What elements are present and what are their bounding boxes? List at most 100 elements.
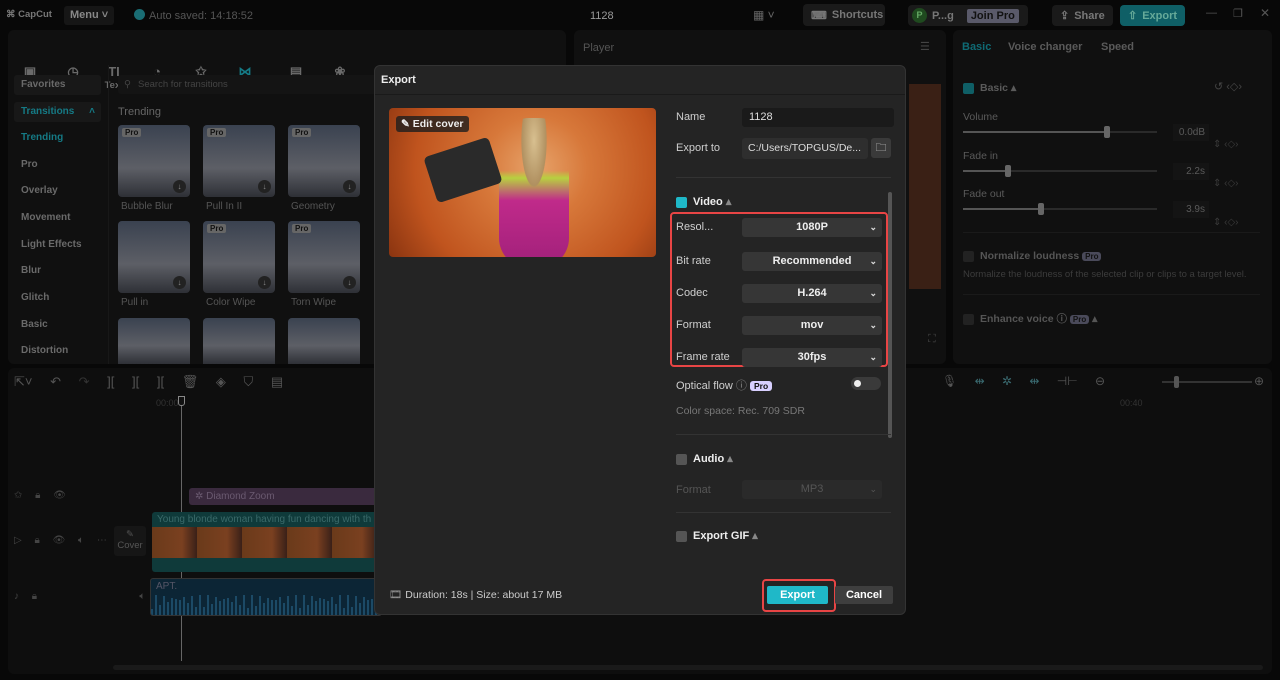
join-pro-button[interactable]: Join Pro: [966, 8, 1019, 23]
restore-icon[interactable]: ❐: [1233, 7, 1243, 20]
fade-in-value[interactable]: 2.2s: [1173, 163, 1209, 180]
transition-thumbnail[interactable]: [203, 318, 275, 364]
sidebar-item-favorites[interactable]: Favorites: [14, 75, 101, 95]
transition-thumbnail[interactable]: Pro ↓: [118, 125, 190, 197]
enhance-checkbox[interactable]: [963, 313, 974, 325]
shield-icon[interactable]: ⛉: [244, 374, 254, 389]
tab-voice-changer[interactable]: Voice changer: [1008, 41, 1082, 53]
transition-thumbnail[interactable]: [288, 318, 360, 364]
audio-checkbox[interactable]: [676, 453, 687, 465]
transition-thumbnail[interactable]: Pro ↓: [288, 125, 360, 197]
split-right-icon[interactable]: ][: [157, 374, 164, 389]
effect-track-controls[interactable]: ✩ 🔒︎ 👁︎: [14, 490, 66, 501]
video-checkbox[interactable]: [676, 196, 687, 208]
close-icon[interactable]: ✕: [1260, 6, 1270, 20]
basic-checkbox[interactable]: [963, 82, 974, 94]
sidebar-item-light-effects[interactable]: Light Effects: [14, 235, 101, 255]
mark-icon[interactable]: ◈: [216, 374, 226, 389]
setting-select-format[interactable]: mov ⌄: [742, 316, 882, 335]
gif-section-header[interactable]: Export GIF ▴: [676, 529, 758, 542]
sidebar-item-pro[interactable]: Pro: [14, 155, 101, 175]
minimize-icon[interactable]: —: [1206, 7, 1217, 19]
edit-cover-button[interactable]: ✎ Edit cover: [396, 116, 469, 132]
sidebar-item-blur[interactable]: Blur: [14, 261, 101, 281]
mic-icon[interactable]: 🎙: [942, 374, 957, 388]
fade-in-slider[interactable]: [963, 165, 1157, 177]
transition-thumbnail[interactable]: Pro ↓: [203, 221, 275, 293]
menu-button[interactable]: Menu ˅: [64, 6, 114, 25]
align-icon[interactable]: ⊣⊢: [1057, 374, 1078, 388]
zoom-in-icon[interactable]: ⊕: [1254, 374, 1264, 388]
fullscreen-icon[interactable]: ⛶: [928, 333, 936, 346]
magnet-icon[interactable]: ⇹: [975, 374, 985, 388]
video-clip[interactable]: Young blonde woman having fun dancing wi…: [152, 512, 382, 572]
transition-thumbnail[interactable]: Pro ↓: [288, 221, 360, 293]
audio-section-header[interactable]: Audio ▴: [676, 452, 733, 465]
link-icon[interactable]: ✲: [1002, 374, 1012, 388]
timeline-scrollbar[interactable]: [113, 665, 1263, 670]
search-input[interactable]: ⚲ Search for transitions: [118, 75, 378, 94]
name-input[interactable]: 1128: [742, 108, 894, 127]
download-icon[interactable]: ↓: [343, 180, 356, 193]
download-icon[interactable]: ↓: [343, 276, 356, 289]
fade-out-slider[interactable]: [963, 203, 1157, 215]
sidebar-item-transitions[interactable]: Transitions ˄: [14, 102, 101, 122]
tab-basic[interactable]: Basic: [962, 41, 991, 53]
redo-icon[interactable]: ↷: [79, 374, 90, 389]
optical-flow-toggle[interactable]: [851, 377, 881, 390]
audio-format-select[interactable]: MP3 ⌄: [742, 480, 882, 499]
folder-button[interactable]: 🗀: [871, 138, 891, 158]
sidebar-item-distortion[interactable]: Distortion: [14, 341, 101, 361]
volume-slider[interactable]: [963, 126, 1157, 138]
download-icon[interactable]: ↓: [258, 180, 271, 193]
setting-select-codec[interactable]: H.264 ⌄: [742, 284, 882, 303]
settings-scrollbar[interactable]: [888, 192, 892, 438]
download-icon[interactable]: ↓: [173, 180, 186, 193]
split-left-icon[interactable]: ][: [132, 374, 139, 389]
gif-checkbox[interactable]: [676, 530, 687, 542]
enhance-voice[interactable]: Enhance voice ⓘ Pro ▴: [963, 311, 1097, 326]
effect-clip[interactable]: ✲ Diamond Zoom: [189, 488, 379, 505]
fade-out-value[interactable]: 3.9s: [1173, 201, 1209, 218]
audio-track-controls[interactable]: ♪ 🔒︎ 🔈︎ ⋯: [14, 591, 168, 602]
zoom-slider[interactable]: [1162, 376, 1252, 388]
setting-select-resol[interactable]: 1080P ⌄: [742, 218, 882, 237]
stepper-icons[interactable]: ⇕ ‹◇› ⇕ ‹◇› ⇕ ‹◇›: [1213, 125, 1239, 242]
export-path-input[interactable]: C:/Users/TOPGUS/De...: [742, 138, 868, 159]
player-menu-icon[interactable]: ☰: [920, 40, 930, 53]
cancel-button[interactable]: Cancel: [835, 586, 893, 604]
sidebar-item-overlay[interactable]: Overlay: [14, 181, 101, 201]
transition-thumbnail[interactable]: ↓: [118, 221, 190, 293]
video-track-controls[interactable]: ▷ 🔒︎ 👁︎ 🔈︎ ⋯: [14, 535, 107, 546]
normalize-checkbox[interactable]: [963, 250, 974, 262]
sidebar-item-basic[interactable]: Basic: [14, 315, 101, 335]
sidebar-item-trending[interactable]: Trending: [14, 128, 101, 148]
cover-button[interactable]: ✎ Cover: [114, 526, 146, 556]
captions-edit-icon[interactable]: ▤: [271, 374, 283, 389]
normalize-loudness[interactable]: Normalize loudness Pro: [963, 250, 1102, 262]
layout-icon[interactable]: ▦ ˅: [753, 8, 775, 22]
split-icon[interactable]: ][: [107, 374, 114, 389]
top-export-button[interactable]: ⇧ Export: [1120, 5, 1186, 26]
transition-thumbnail[interactable]: [118, 318, 190, 364]
reset-icon[interactable]: ↺ ‹◇›: [1214, 80, 1242, 93]
undo-icon[interactable]: ↶: [50, 374, 61, 389]
share-button[interactable]: ⇪ Share: [1052, 5, 1113, 26]
setting-select-framerate[interactable]: 30fps ⌄: [742, 348, 882, 367]
shortcuts-button[interactable]: ⌨ Shortcuts: [803, 4, 885, 26]
account-area[interactable]: P P...g Join Pro: [908, 5, 1028, 26]
transition-thumbnail[interactable]: Pro ↓: [203, 125, 275, 197]
sidebar-item-movement[interactable]: Movement: [14, 208, 101, 228]
setting-select-bitrate[interactable]: Recommended ⌄: [742, 252, 882, 271]
volume-value[interactable]: 0.0dB: [1173, 124, 1209, 141]
preview-axis-icon[interactable]: ⇹: [1029, 374, 1039, 388]
export-button[interactable]: Export: [767, 586, 828, 604]
select-tool-icon[interactable]: ⇱˅: [14, 374, 32, 389]
audio-clip[interactable]: APT.: [150, 578, 382, 616]
download-icon[interactable]: ↓: [173, 276, 186, 289]
video-section-header[interactable]: Video ▴: [676, 195, 731, 208]
basic-section-header[interactable]: Basic ▴: [963, 82, 1016, 94]
download-icon[interactable]: ↓: [258, 276, 271, 289]
zoom-out-icon[interactable]: ⊖: [1095, 374, 1105, 388]
sidebar-item-glitch[interactable]: Glitch: [14, 288, 101, 308]
